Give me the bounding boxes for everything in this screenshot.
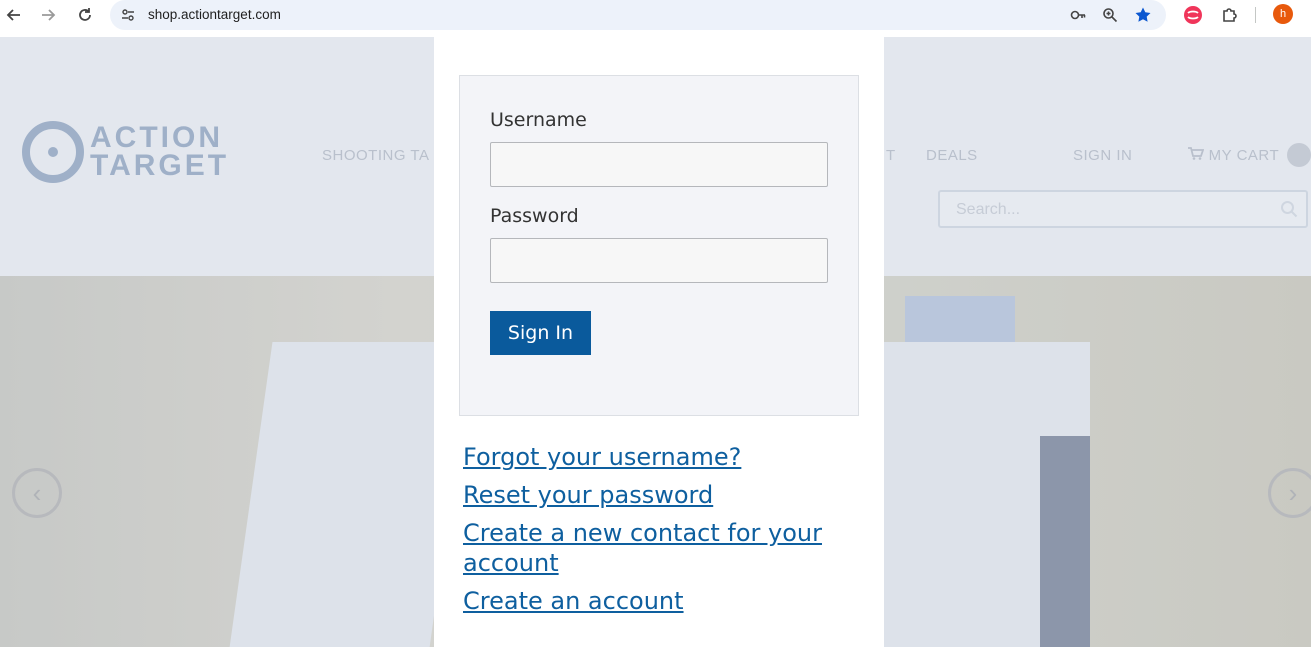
carousel-next-icon: › [1268, 468, 1311, 518]
create-contact-link[interactable]: Create a new contact for your account [463, 518, 853, 578]
cart-icon [1188, 147, 1205, 160]
cart-count-badge [1287, 143, 1311, 167]
profile-avatar[interactable]: h [1273, 4, 1293, 24]
carousel-prev-icon: ‹ [12, 468, 62, 518]
site-search-box: Search... [938, 190, 1308, 228]
password-input[interactable] [490, 238, 828, 283]
nav-shooting-targets: SHOOTING TA [322, 147, 430, 164]
target-logo-icon [22, 121, 84, 183]
nav-my-cart: MY CART [1188, 147, 1279, 164]
url-text[interactable]: shop.actiontarget.com [148, 7, 281, 22]
site-search-placeholder: Search... [956, 201, 1021, 218]
nav-my-cart-label: MY CART [1208, 147, 1280, 164]
login-dialog: Username Password Sign In Forgot your us… [434, 37, 884, 647]
key-icon[interactable] [1066, 3, 1090, 27]
account-links: Forgot your username? Reset your passwor… [463, 442, 853, 624]
search-icon [1281, 201, 1298, 218]
nav-deals: DEALS [926, 147, 978, 164]
site-logo: ACTION TARGET [22, 121, 229, 183]
toolbar-divider [1255, 7, 1256, 23]
address-bar[interactable]: shop.actiontarget.com [110, 0, 1166, 30]
create-account-link[interactable]: Create an account [463, 586, 853, 616]
forgot-username-link[interactable]: Forgot your username? [463, 442, 853, 472]
reload-icon[interactable] [73, 3, 97, 27]
hero-dark-plate [1040, 436, 1090, 647]
password-label: Password [490, 205, 579, 227]
logo-line1: ACTION [90, 121, 223, 154]
logo-line2: TARGET [90, 149, 230, 182]
star-icon[interactable] [1131, 3, 1155, 27]
browser-toolbar: shop.actiontarget.com h [0, 0, 1311, 37]
zoom-icon[interactable] [1098, 3, 1122, 27]
back-arrow-icon[interactable] [2, 3, 26, 27]
puzzle-icon[interactable] [1218, 3, 1242, 27]
login-form: Username Password Sign In [459, 75, 859, 416]
extension-icon[interactable] [1181, 3, 1205, 27]
forward-arrow-icon[interactable] [36, 3, 60, 27]
site-info-icon[interactable] [116, 3, 140, 27]
username-label: Username [490, 109, 587, 131]
sign-in-button[interactable]: Sign In [490, 311, 591, 355]
nav-item-partial: T [886, 147, 896, 164]
username-input[interactable] [490, 142, 828, 187]
nav-sign-in: SIGN IN [1073, 147, 1133, 164]
reset-password-link[interactable]: Reset your password [463, 480, 853, 510]
